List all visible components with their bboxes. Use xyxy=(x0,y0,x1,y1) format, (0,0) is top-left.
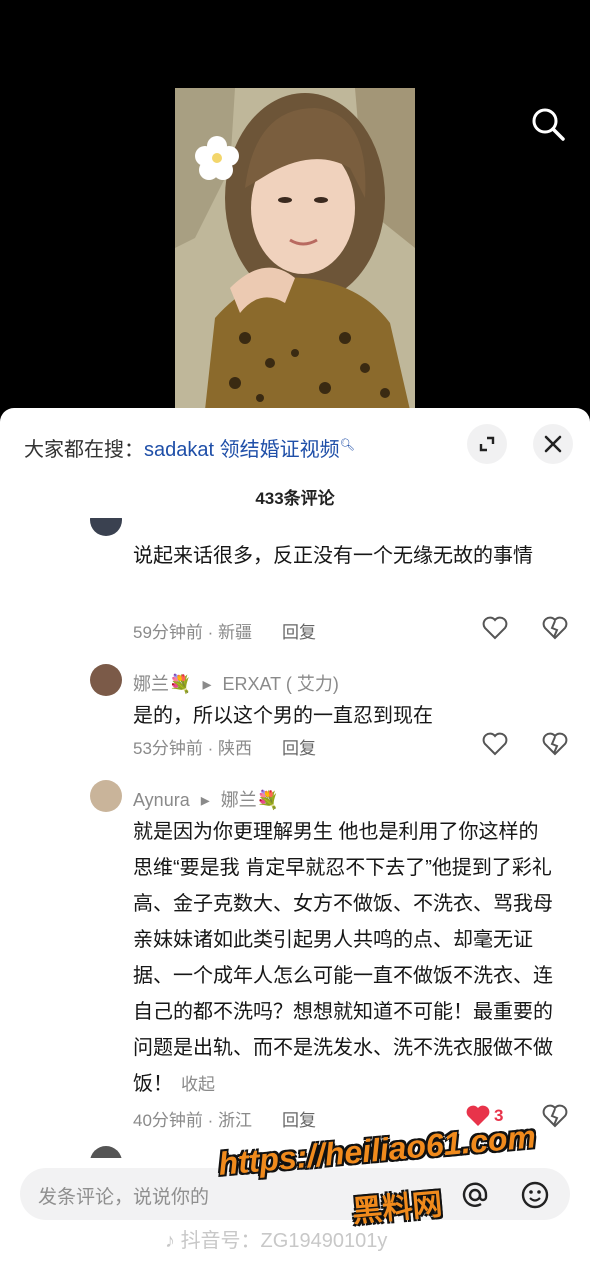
author-name[interactable]: Aynura xyxy=(133,790,190,810)
hot-search-link[interactable]: 大家都在搜：sadakat 领结婚证视频🔍︎ xyxy=(24,433,355,462)
comment-list[interactable]: 说起来话很多，反正没有一个无缘无故的事情 59分钟前 · 新疆 回复 娜兰💐 ▸ … xyxy=(0,518,590,1158)
expand-button[interactable] xyxy=(467,424,507,464)
reply-arrow-icon: ▸ xyxy=(200,790,210,810)
like-icon[interactable] xyxy=(481,614,509,642)
comment-text: 说起来话很多，反正没有一个无缘无故的事情 xyxy=(133,545,533,567)
emoji-icon[interactable] xyxy=(520,1180,550,1210)
comment-sheet: 大家都在搜：sadakat 领结婚证视频🔍︎ 433条评论 说起来话很多，反正没… xyxy=(0,408,590,1280)
reply-to-name[interactable]: ERXAT ( 艾力) xyxy=(223,674,339,694)
comment-time-location: 59分钟前 · 新疆 xyxy=(133,623,253,642)
reply-button[interactable]: 回复 xyxy=(282,1111,316,1130)
comment-meta: 53分钟前 · 陕西 回复 xyxy=(133,734,316,759)
comment-input[interactable]: 发条评论，说说你的 xyxy=(38,1182,209,1209)
comment-time-location: 53分钟前 · 陕西 xyxy=(133,739,253,758)
comment-count: 433条评论 xyxy=(255,489,335,508)
close-button[interactable] xyxy=(533,424,573,464)
comment-meta: 40分钟前 · 浙江 回复 xyxy=(133,1106,316,1131)
hot-search-prefix: 大家都在搜： xyxy=(24,439,144,461)
avatar[interactable] xyxy=(90,1146,122,1158)
video-frame xyxy=(175,88,415,410)
video-player[interactable] xyxy=(0,0,590,420)
search-icon[interactable] xyxy=(528,104,568,144)
at-mention-icon[interactable] xyxy=(460,1180,490,1210)
comment-text: 就是因为你更理解男生 他也是利用了你这样的思维“要是我 肯定早就忍不下去了”他提… xyxy=(133,814,558,1103)
like-icon[interactable] xyxy=(481,730,509,758)
douyin-id-text: 抖音号：ZG19490101y xyxy=(180,1230,388,1252)
dislike-icon[interactable] xyxy=(541,614,569,642)
avatar[interactable] xyxy=(90,664,122,696)
reply-button[interactable]: 回复 xyxy=(282,623,316,642)
avatar[interactable] xyxy=(90,518,122,536)
avatar[interactable] xyxy=(90,780,122,812)
comment-author[interactable]: 娜兰💐 ▸ ERXAT ( 艾力) xyxy=(133,670,339,696)
author-name[interactable]: 娜兰💐 xyxy=(133,674,191,694)
comment-time-location: 40分钟前 · 浙江 xyxy=(133,1111,253,1130)
comment-author[interactable]: Aynura ▸ 娜兰💐 xyxy=(133,786,279,812)
dislike-icon[interactable] xyxy=(541,1102,569,1130)
dislike-icon[interactable] xyxy=(541,730,569,758)
search-icon: 🔍︎ xyxy=(339,437,355,452)
reply-to-name[interactable]: 娜兰💐 xyxy=(221,790,279,810)
douyin-logo-icon: ♪ xyxy=(165,1230,175,1252)
comment-body: 就是因为你更理解男生 他也是利用了你这样的思维“要是我 肯定早就忍不下去了”他提… xyxy=(133,821,553,1095)
comment-text: 是的，所以这个男的一直忍到现在 xyxy=(133,705,433,727)
reply-button[interactable]: 回复 xyxy=(282,739,316,758)
collapse-button[interactable]: 收起 xyxy=(181,1075,215,1094)
hot-search-keyword[interactable]: sadakat 领结婚证视频 xyxy=(144,439,340,461)
reply-arrow-icon: ▸ xyxy=(202,674,212,694)
douyin-id-watermark: ♪ 抖音号：ZG19490101y xyxy=(165,1224,387,1253)
comment-meta: 59分钟前 · 新疆 回复 xyxy=(133,618,316,643)
expand-icon xyxy=(479,436,495,452)
close-icon xyxy=(544,435,562,453)
